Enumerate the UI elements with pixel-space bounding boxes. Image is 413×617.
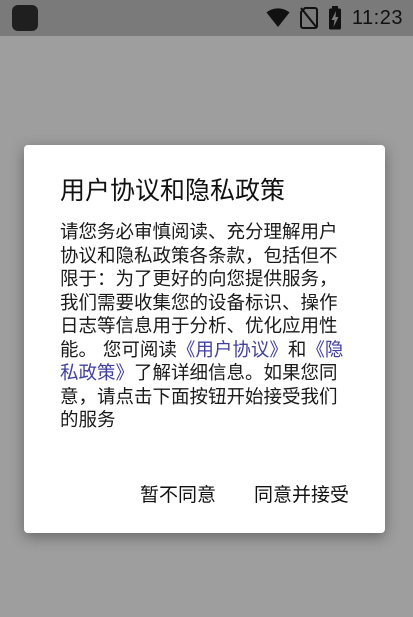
- dialog-message: 请您务必审慎阅读、充分理解用户协议和隐私政策各条款，包括但不限于：为了更好的向您…: [60, 221, 349, 433]
- status-clock: 11:23: [351, 6, 403, 29]
- agree-button[interactable]: 同意并接受: [254, 480, 349, 507]
- dialog-actions: 暂不同意 同意并接受: [140, 480, 349, 507]
- wifi-icon: [266, 8, 290, 27]
- notification-icon: [12, 5, 38, 31]
- status-bar: 11:23: [0, 0, 413, 36]
- dialog-title: 用户协议和隐私政策: [60, 176, 286, 205]
- user-agreement-link[interactable]: 《用户协议》: [177, 340, 288, 361]
- no-sim-icon: [299, 7, 318, 29]
- battery-charging-icon: [328, 6, 341, 30]
- status-icons: 11:23: [266, 6, 403, 30]
- privacy-consent-dialog: 用户协议和隐私政策 请您务必审慎阅读、充分理解用户协议和隐私政策各条款，包括但不…: [24, 145, 385, 533]
- disagree-button[interactable]: 暂不同意: [140, 480, 216, 507]
- and-text: 和: [287, 339, 307, 361]
